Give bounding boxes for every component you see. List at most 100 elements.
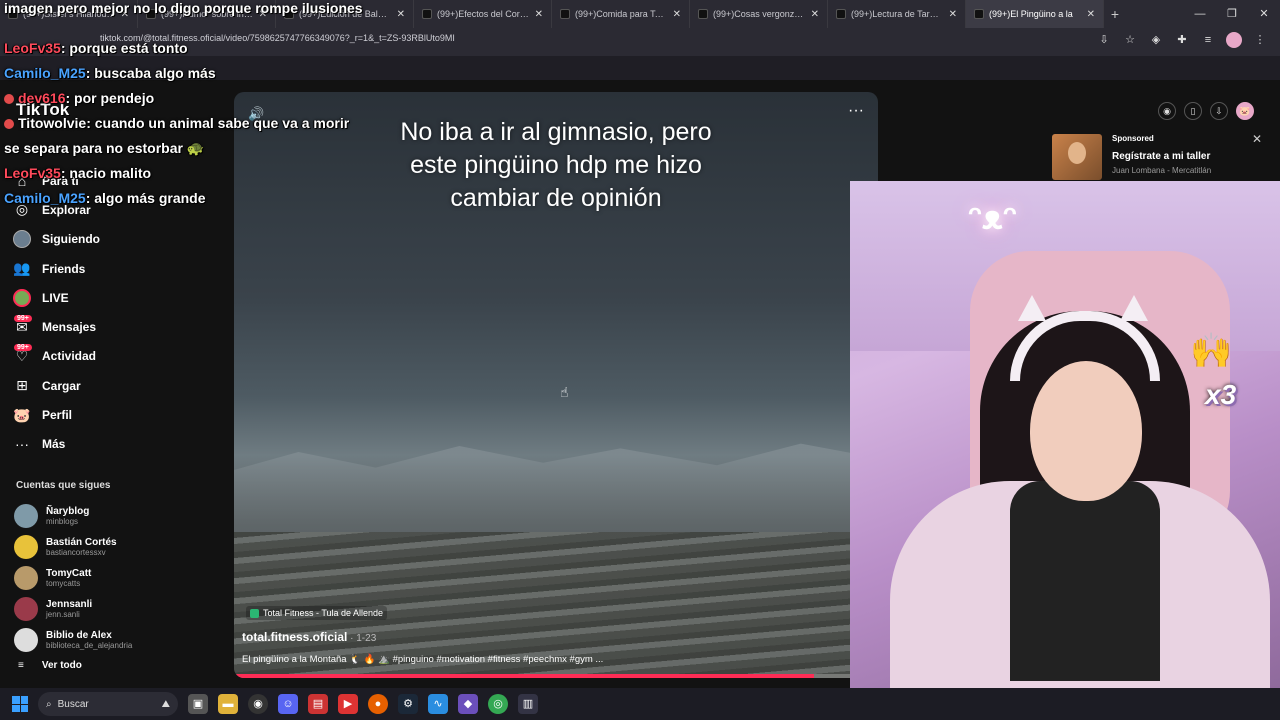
account-item[interactable]: Ñaryblog minblogs <box>14 500 132 531</box>
browser-tab-active[interactable]: (99+)El Pingüino a la ✕ <box>966 0 1104 28</box>
download-icon[interactable]: ⇩ <box>1210 102 1228 120</box>
chat-username: Camilo_M25 <box>4 65 86 81</box>
obs-icon[interactable]: ◉ <box>248 694 268 714</box>
sidebar-item-cargar[interactable]: ⊞ Cargar <box>12 371 100 400</box>
tiktok-icon <box>974 9 984 19</box>
ad-thumbnail <box>1052 134 1102 180</box>
close-icon[interactable]: ✕ <box>1087 9 1095 20</box>
chrome-icon[interactable]: ◎ <box>488 694 508 714</box>
account-item[interactable]: Biblio de Alex biblioteca_de_alejandria <box>14 624 132 655</box>
close-icon[interactable]: ✕ <box>673 9 681 20</box>
extension-icon[interactable]: ◈ <box>1148 32 1164 48</box>
chat-text: : nacio malito <box>60 165 152 181</box>
new-tab-button[interactable]: + <box>1104 6 1126 22</box>
browser-tab[interactable]: (99+)Comida para Todos ✕ <box>552 0 690 28</box>
chat-text: se separa para no estorbar 🐢 <box>4 140 205 156</box>
cat-ear-right <box>1120 295 1148 321</box>
menu-dots-icon[interactable]: ⋮ <box>1252 32 1268 48</box>
location-icon <box>250 608 259 618</box>
account-item[interactable]: Bastián Cortés bastiancortessxv <box>14 531 132 562</box>
screen: (99+)Sister's Hilarious A ✕ (99+)Humor so… <box>0 0 1280 720</box>
sidebar-item-siguiendo[interactable]: Siguiendo <box>12 225 100 254</box>
profile-avatar-icon[interactable] <box>1226 32 1242 48</box>
minimize-icon[interactable]: — <box>1184 0 1216 28</box>
close-icon[interactable]: ✕ <box>1252 132 1262 146</box>
maximize-icon[interactable]: ❐ <box>1216 0 1248 28</box>
avatar <box>14 627 38 652</box>
taskbar-search[interactable]: ⌕ Buscar ⛰ <box>38 692 178 716</box>
chat-text: : por pendejo <box>65 90 155 106</box>
discord-icon[interactable]: ☺ <box>278 694 298 714</box>
browser-tab[interactable]: (99+)Efectos del Cortisol ✕ <box>414 0 552 28</box>
app-icon[interactable]: ▥ <box>518 694 538 714</box>
sidebar-item-mas[interactable]: ··· Más <box>12 430 100 459</box>
badge-count: 99+ <box>14 344 32 352</box>
app-icon[interactable]: ∿ <box>428 694 448 714</box>
chat-text: : algo más grande <box>85 190 206 206</box>
tiktok-icon <box>422 9 432 19</box>
file-explorer-icon[interactable]: ▬ <box>218 694 238 714</box>
header-actions: ◉ ▯ ⇩ 🐷 <box>1158 102 1254 120</box>
close-icon[interactable]: ✕ <box>949 9 957 20</box>
praise-hands-icon: 🙌 <box>1190 332 1233 370</box>
account-item[interactable]: Jennsanli jenn.sanli <box>14 593 132 624</box>
windows-start-icon[interactable] <box>12 696 28 712</box>
sidebar-item-perfil[interactable]: 🐷 Perfil <box>12 400 100 429</box>
chat-username: Camilo_M25 <box>4 190 86 206</box>
avatar <box>14 596 38 621</box>
firefox-icon[interactable]: ● <box>368 694 388 714</box>
list-icon: ≡ <box>18 660 24 671</box>
search-icon: ⌕ <box>46 698 52 710</box>
activity-icon: ♡ 99+ <box>12 344 32 366</box>
friends-icon: 👥 <box>13 260 31 277</box>
device-icon[interactable]: ▯ <box>1184 102 1202 120</box>
location-tag[interactable]: Total Fitness - Tula de Allende <box>246 606 388 620</box>
bookmark-star-icon[interactable]: ☆ <box>1122 32 1138 48</box>
app-icon[interactable]: ◆ <box>458 694 478 714</box>
chat-message: Camilo_M25: algo más grande <box>4 186 349 211</box>
more-options-icon[interactable]: ··· <box>848 102 864 120</box>
profile-avatar-icon[interactable]: 🐷 <box>1236 102 1254 120</box>
badge-count: 99+ <box>14 315 32 323</box>
sidebar-item-actividad[interactable]: ♡ 99+ Actividad <box>12 342 100 371</box>
coin-icon[interactable]: ◉ <box>1158 102 1176 120</box>
chat-text: : porque está tonto <box>60 40 188 56</box>
install-icon[interactable]: ⇩ <box>1096 32 1112 48</box>
browser-tab[interactable]: (99+)Cosas vergonzosas ✕ <box>690 0 828 28</box>
video-progress-bar[interactable] <box>234 674 878 678</box>
app-icon[interactable]: ▤ <box>308 694 328 714</box>
upload-icon: ⊞ <box>16 377 28 394</box>
video-author[interactable]: total.fitness.oficial · 1-23 <box>242 630 376 644</box>
live-icon <box>12 288 32 308</box>
sidebar-item-mensajes[interactable]: ✉ 99+ Mensajes <box>12 312 100 341</box>
progress-fill <box>234 674 814 678</box>
close-window-icon[interactable]: ✕ <box>1248 0 1280 28</box>
sponsored-ad[interactable]: Sponsored Regístrate a mi taller Juan Lo… <box>1052 134 1211 180</box>
sidebar-item-friends[interactable]: 👥 Friends <box>12 254 100 283</box>
more-icon: ··· <box>15 436 29 453</box>
webcam-person-shirt <box>1010 481 1160 681</box>
close-icon[interactable]: ✕ <box>811 9 819 20</box>
close-icon[interactable]: ✕ <box>397 9 405 20</box>
puzzle-icon[interactable]: ✚ <box>1174 32 1190 48</box>
close-icon[interactable]: ✕ <box>535 9 543 20</box>
taskbar: ⌕ Buscar ⛰ ▣ ▬ ◉ ☺ ▤ ▶ ● ⚙ ∿ ◆ ◎ ▥ <box>0 688 1280 720</box>
account-item[interactable]: TomyCatt tomycatts <box>14 562 132 593</box>
overlay-title: imagen pero mejor no lo digo porque romp… <box>4 0 363 16</box>
steam-icon[interactable]: ⚙ <box>398 694 418 714</box>
mouse-cursor-icon: ☝ <box>560 384 569 400</box>
avatar <box>14 565 38 590</box>
toolbar-icons: ⇩ ☆ ◈ ✚ ≡ ⋮ <box>1096 32 1268 48</box>
sidebar-item-live[interactable]: LIVE <box>12 283 100 312</box>
chat-username: dev616 <box>18 90 66 106</box>
following-avatar-icon <box>12 229 32 249</box>
see-all-link[interactable]: ≡ Ver todo <box>18 660 82 671</box>
following-title: Cuentas que sigues <box>16 480 111 491</box>
task-view-icon[interactable]: ▣ <box>188 694 208 714</box>
chat-text: : buscaba algo más <box>85 65 216 81</box>
app-icon[interactable]: ▶ <box>338 694 358 714</box>
chat-message: se separa para no estorbar 🐢 <box>4 136 349 161</box>
media-icon[interactable]: ≡ <box>1200 32 1216 48</box>
browser-tab[interactable]: (99+)Lectura de Tarot pa ✕ <box>828 0 966 28</box>
chat-username: LeoFv35 <box>4 165 61 181</box>
